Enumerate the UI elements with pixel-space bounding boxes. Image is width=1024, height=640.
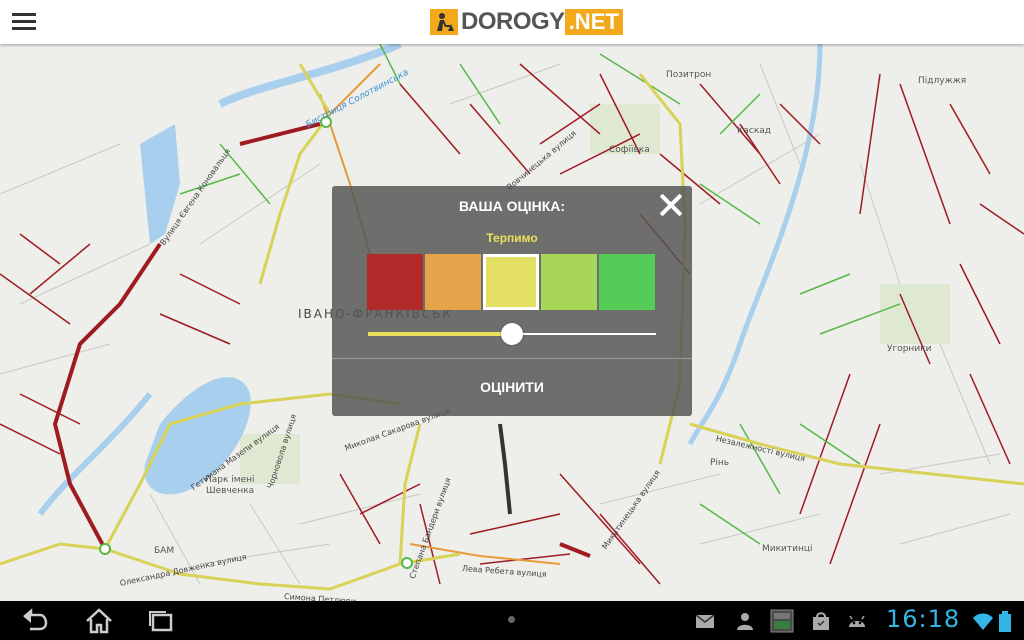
app-header: DOROGY .NET xyxy=(0,0,1024,44)
logo-text-primary: DOROGY xyxy=(461,8,565,35)
battery-icon xyxy=(998,611,1012,632)
recent-apps-icon[interactable] xyxy=(144,607,178,635)
rating-option-3[interactable] xyxy=(483,254,539,310)
rating-slider[interactable] xyxy=(368,323,656,345)
logo-text-secondary: .NET xyxy=(564,9,623,35)
back-icon[interactable] xyxy=(18,607,52,635)
place-label-kaskad: Каскад xyxy=(737,126,772,136)
menu-icon[interactable] xyxy=(10,10,38,34)
close-icon[interactable] xyxy=(658,192,684,218)
place-label-uhornyky: Угорники xyxy=(887,344,932,354)
slider-fill xyxy=(368,332,512,336)
place-label-rin: Рінь xyxy=(710,458,730,468)
place-label-bam: БАМ xyxy=(154,546,175,556)
android-icon[interactable] xyxy=(846,611,868,631)
page-indicator-dot xyxy=(508,616,515,623)
rating-option-4[interactable] xyxy=(541,254,597,310)
place-label-pidluzhzhia: Підлужжя xyxy=(918,76,967,86)
place-label-pozytron: Позитрон xyxy=(666,70,712,80)
rating-dialog: ВАША ОЦІНКА: Терпимо ОЦІНИТИ xyxy=(332,186,692,416)
rating-option-1[interactable] xyxy=(367,254,423,310)
place-label-shevchenka: Шевченка xyxy=(206,486,255,496)
place-label-mykytyntsi: Микитинці xyxy=(762,544,813,554)
rating-options xyxy=(367,254,655,310)
current-rating-label: Терпимо xyxy=(486,231,538,245)
place-label-sofiivka: Софіївка xyxy=(609,145,650,155)
road-worker-icon xyxy=(430,9,458,35)
rating-option-2[interactable] xyxy=(425,254,481,310)
app-store-icon[interactable] xyxy=(770,609,794,633)
email-icon[interactable] xyxy=(694,611,716,631)
system-clock: 16:18 xyxy=(886,605,961,633)
dialog-title: ВАША ОЦІНКА: xyxy=(458,198,566,214)
account-icon[interactable] xyxy=(734,611,756,631)
shopping-bag-icon[interactable] xyxy=(810,611,832,631)
submit-rating-button[interactable]: ОЦІНИТИ xyxy=(332,359,692,416)
app-logo: DOROGY .NET xyxy=(430,9,623,35)
home-icon[interactable] xyxy=(82,607,116,635)
slider-thumb[interactable] xyxy=(501,323,523,345)
rating-option-5[interactable] xyxy=(599,254,655,310)
wifi-icon xyxy=(972,611,994,631)
